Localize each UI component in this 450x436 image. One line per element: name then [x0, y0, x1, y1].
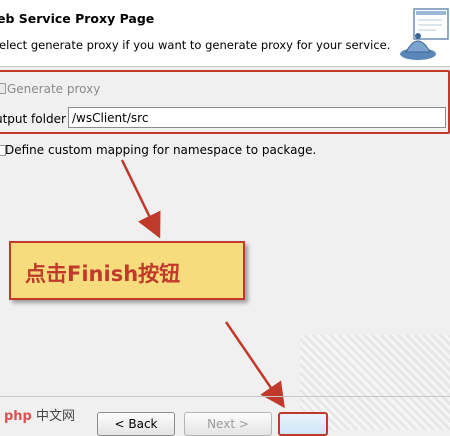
watermark-text: 中文网 [36, 409, 76, 424]
arrow-to-callout [120, 159, 161, 239]
next-button[interactable]: Next > [184, 412, 272, 436]
generate-proxy-label: Generate proxy [7, 82, 101, 96]
arrow-to-finish [224, 321, 285, 409]
back-button[interactable]: < Back [97, 412, 175, 436]
instruction-callout: 点击Finish按钮 [9, 241, 245, 300]
generate-proxy-checkbox[interactable] [0, 83, 6, 94]
php-logo-icon: php [4, 409, 32, 424]
page-header: eb Service Proxy Page elect generate pro… [0, 0, 450, 67]
custom-mapping-label: Define custom mapping for namespace to p… [5, 143, 317, 157]
site-watermark: php 中文网 [4, 405, 75, 424]
output-folder-label: utput folder [0, 112, 66, 126]
output-folder-input[interactable] [68, 107, 446, 128]
page-description: elect generate proxy if you want to gene… [0, 38, 391, 52]
finish-button[interactable] [278, 412, 328, 436]
callout-text: 点击Finish按钮 [25, 262, 181, 286]
footer-divider [0, 396, 450, 397]
wizard-banner-icon [400, 8, 449, 60]
page-title: eb Service Proxy Page [0, 11, 155, 26]
